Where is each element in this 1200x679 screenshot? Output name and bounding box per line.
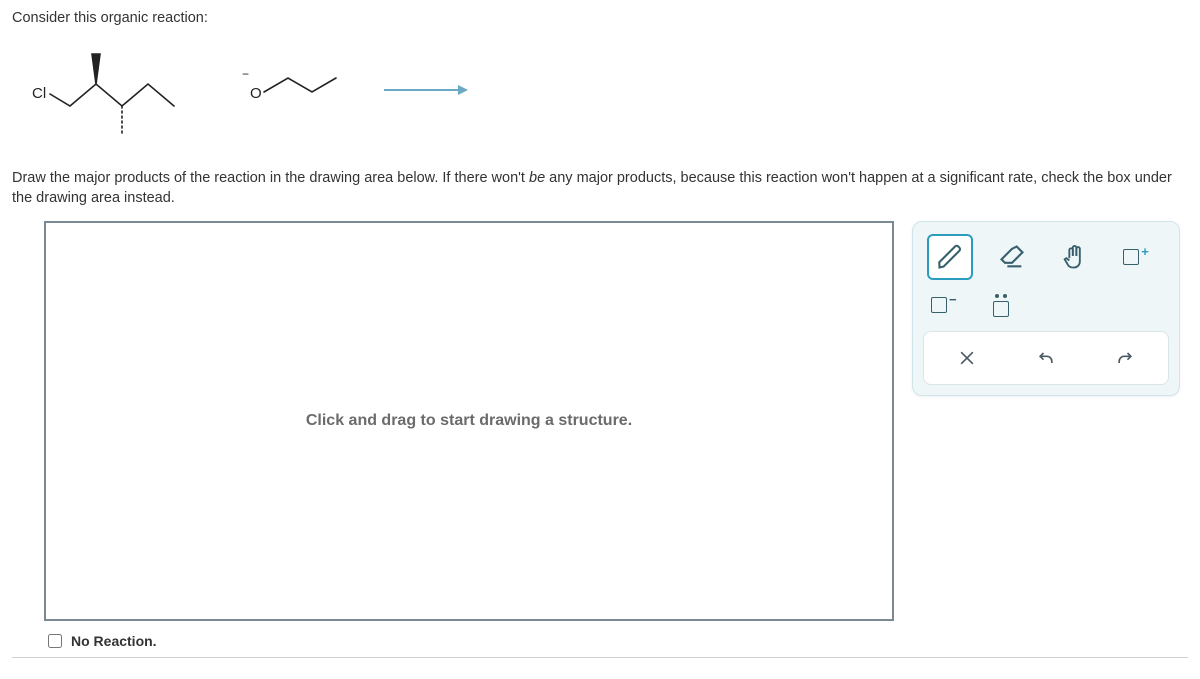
canvas-placeholder: Click and drag to start drawing a struct…	[306, 412, 632, 430]
reaction-scheme: Cl − O	[12, 36, 1188, 150]
negative-charge-icon: −	[931, 297, 957, 313]
negative-charge-tool[interactable]: −	[931, 297, 957, 313]
redo-icon	[1115, 348, 1135, 368]
hand-icon	[1060, 243, 1088, 271]
drawing-canvas[interactable]: Click and drag to start drawing a struct…	[44, 221, 894, 621]
lone-pair-icon	[993, 294, 1009, 317]
undo-icon	[1036, 348, 1056, 368]
no-reaction-checkbox[interactable]	[48, 634, 62, 648]
redo-button[interactable]	[1105, 340, 1145, 376]
close-icon	[957, 348, 977, 368]
more-tool[interactable]: +	[1113, 234, 1159, 280]
cl-label: Cl	[32, 85, 46, 102]
action-bar	[923, 331, 1169, 385]
reagent-structure: − O	[232, 60, 352, 120]
question-intro: Consider this organic reaction:	[12, 10, 1188, 26]
pencil-tool[interactable]	[927, 234, 973, 280]
eraser-icon	[998, 243, 1026, 271]
substrate-structure: Cl	[24, 40, 204, 140]
neg-sup: −	[242, 67, 249, 81]
pencil-icon	[936, 243, 964, 271]
toolbox: + −	[912, 221, 1180, 396]
reaction-arrow-icon	[380, 80, 470, 100]
clear-button[interactable]	[947, 340, 987, 376]
lone-pair-tool[interactable]	[993, 294, 1009, 317]
grab-tool[interactable]	[1051, 234, 1097, 280]
no-reaction-label: No Reaction.	[71, 633, 157, 649]
no-reaction-option[interactable]: No Reaction.	[44, 631, 894, 651]
o-label: O	[250, 85, 262, 102]
undo-button[interactable]	[1026, 340, 1066, 376]
instructions: Draw the major products of the reaction …	[12, 168, 1188, 209]
eraser-tool[interactable]	[989, 234, 1035, 280]
more-panel-icon: +	[1123, 249, 1149, 265]
